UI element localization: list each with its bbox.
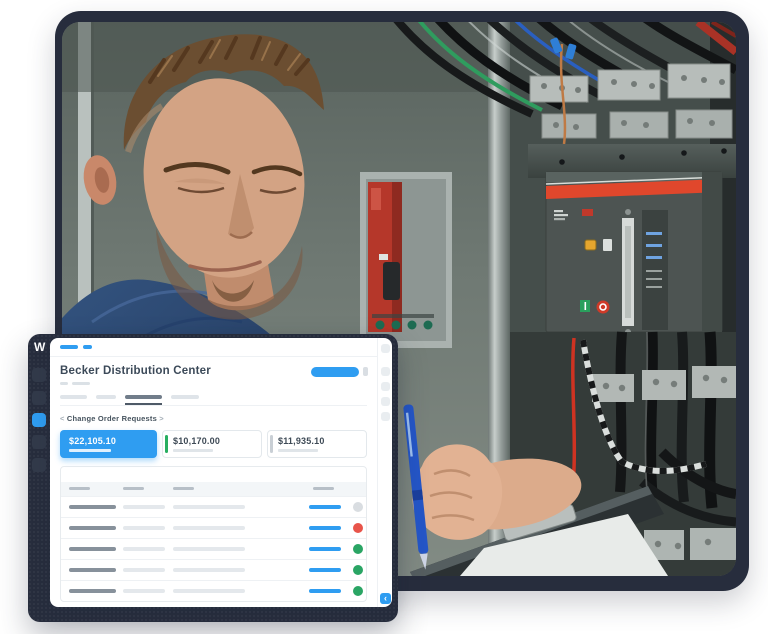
photo-red-switch-panel [360, 172, 452, 348]
rail-square-4[interactable] [381, 397, 390, 406]
sidebar-item-5[interactable] [32, 458, 46, 472]
rail-square-2[interactable] [381, 367, 390, 376]
tab-1[interactable] [60, 395, 87, 399]
table-toolbar-placeholder [61, 467, 366, 482]
stat-accent-green [165, 435, 168, 453]
app-main-area: Becker Distribution Center < Change Orde… [50, 338, 377, 607]
stat-value: $22,105.10 [69, 436, 157, 446]
subtitle-pill-1 [60, 382, 68, 385]
tab-2[interactable] [96, 395, 116, 399]
header-more-button[interactable] [363, 367, 368, 376]
column-header-2 [123, 487, 144, 490]
row-link-placeholder[interactable] [309, 589, 341, 593]
orders-table [60, 466, 367, 602]
rail-square-1[interactable] [381, 344, 390, 353]
sidebar-item-3[interactable] [32, 413, 46, 427]
table-header-row [61, 482, 366, 496]
primary-action-button[interactable] [311, 367, 359, 377]
breadcrumb-label: Change Order Requests [67, 414, 157, 423]
sidebar-item-2[interactable] [32, 391, 46, 405]
row-cell-2 [123, 505, 165, 509]
status-dot [353, 565, 363, 575]
rail-square-5[interactable] [381, 412, 390, 421]
window-topbar [50, 338, 377, 357]
stat-card-green[interactable]: $10,170.00 [162, 430, 262, 458]
tab-bar [60, 395, 367, 406]
row-cell-primary [69, 568, 116, 572]
collapse-button[interactable]: ‹ [380, 593, 391, 604]
sidebar-item-1[interactable] [32, 368, 46, 382]
breadcrumb[interactable]: < Change Order Requests > [60, 414, 367, 423]
page-title: Becker Distribution Center [60, 365, 211, 377]
column-header-3 [173, 487, 194, 490]
status-dot [353, 502, 363, 512]
status-dot [353, 523, 363, 533]
row-link-placeholder[interactable] [309, 547, 341, 551]
row-cell-2 [123, 589, 165, 593]
breadcrumb-forward-icon[interactable]: > [159, 414, 164, 423]
row-cell-2 [123, 526, 165, 530]
row-link-placeholder[interactable] [309, 526, 341, 530]
row-cell-primary [69, 505, 116, 509]
app-window: Becker Distribution Center < Change Orde… [50, 338, 392, 607]
table-row[interactable] [61, 580, 366, 601]
row-cell-3 [173, 547, 245, 551]
stat-accent-neutral [270, 435, 273, 453]
stat-card-neutral[interactable]: $11,935.10 [267, 430, 367, 458]
stat-value: $10,170.00 [173, 436, 261, 446]
breadcrumb-back-icon[interactable]: < [60, 414, 65, 423]
row-cell-3 [173, 568, 245, 572]
tab-3[interactable] [125, 395, 162, 399]
sidebar-item-4[interactable] [32, 435, 46, 449]
row-cell-3 [173, 526, 245, 530]
topbar-pill-1 [60, 345, 78, 349]
stat-card-selected[interactable]: $22,105.10 [60, 430, 157, 458]
status-dot [353, 544, 363, 554]
subtitle-pill-2 [72, 382, 90, 385]
app-logo: W [34, 339, 50, 355]
row-link-placeholder[interactable] [309, 568, 341, 572]
stat-value: $11,935.10 [278, 436, 366, 446]
photo-breaker-unit [528, 144, 736, 335]
stat-cards: $22,105.10 $10,170.00 $11,935.10 [60, 430, 367, 458]
row-cell-2 [123, 547, 165, 551]
table-row[interactable] [61, 517, 366, 538]
stat-underline [278, 449, 318, 452]
column-header-4 [313, 487, 334, 490]
row-cell-3 [173, 505, 245, 509]
right-icon-rail [377, 338, 392, 607]
topbar-pill-2 [83, 345, 92, 349]
row-cell-primary [69, 589, 116, 593]
rail-square-3[interactable] [381, 382, 390, 391]
stat-underline [173, 449, 213, 452]
page-subtitle-placeholders [60, 382, 211, 385]
tab-4[interactable] [171, 395, 199, 399]
table-row[interactable] [61, 538, 366, 559]
table-row[interactable] [61, 496, 366, 517]
status-dot [353, 586, 363, 596]
row-cell-primary [69, 526, 116, 530]
page-header: Becker Distribution Center [50, 357, 377, 385]
stat-underline [69, 449, 111, 452]
row-cell-3 [173, 589, 245, 593]
row-cell-2 [123, 568, 165, 572]
row-link-placeholder[interactable] [309, 505, 341, 509]
table-row[interactable] [61, 559, 366, 580]
row-cell-primary [69, 547, 116, 551]
column-header-1 [69, 487, 90, 490]
